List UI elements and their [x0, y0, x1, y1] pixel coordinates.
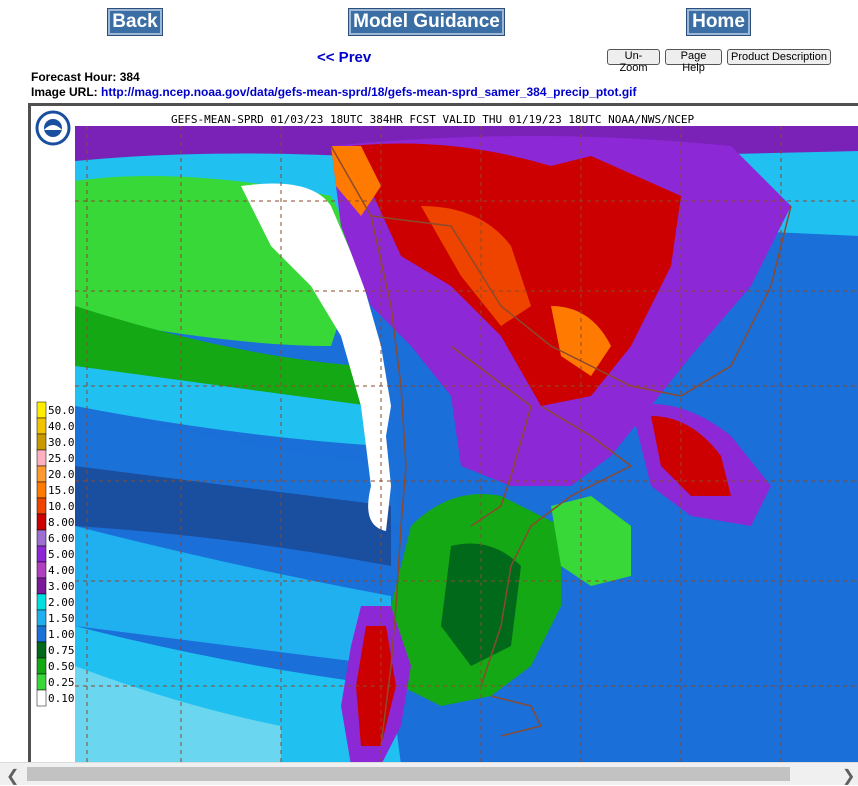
noaa-logo-icon: [35, 110, 71, 146]
precip-legend: 50.0 40.0 30.0 25.0 20.0 15.0 10.0 8.00 6.00 5.00…: [36, 401, 75, 707]
legend-swatch: [36, 433, 47, 451]
legend-label: 0.50: [48, 660, 75, 673]
precip-map-image: GEFS-MEAN-SPRD 01/03/23 18UTC 384HR FCST…: [31, 106, 858, 765]
legend-swatch: [36, 641, 47, 659]
unzoom-button[interactable]: Un-Zoom: [607, 49, 660, 74]
legend-label: 10.0: [48, 500, 75, 513]
legend-swatch: [36, 561, 47, 579]
forecast-map[interactable]: GEFS-MEAN-SPRD 01/03/23 18UTC 384HR FCST…: [28, 103, 858, 765]
legend-swatch: [36, 625, 47, 643]
legend-label: 0.10: [48, 692, 75, 705]
legend-swatch: [36, 609, 47, 627]
image-url: Image URL: http://mag.ncep.noaa.gov/data…: [31, 85, 637, 99]
legend-swatch: [36, 497, 47, 515]
legend-label: 1.50: [48, 612, 75, 625]
image-url-label: Image URL:: [31, 85, 98, 99]
legend-label: 0.25: [48, 676, 75, 689]
legend-label: 20.0: [48, 468, 75, 481]
prev-link[interactable]: << Prev: [317, 49, 371, 66]
home-button[interactable]: Home: [687, 9, 750, 35]
legend-label: 3.00: [48, 580, 75, 593]
legend-swatch: [36, 465, 47, 483]
legend-label: 15.0: [48, 484, 75, 497]
legend-swatch: [36, 577, 47, 595]
legend-swatch: [36, 673, 47, 691]
legend-swatch: [36, 689, 47, 707]
forecast-hour-value: 384: [119, 70, 140, 84]
legend-swatch: [36, 401, 47, 419]
legend-label: 1.00: [48, 628, 75, 641]
scroll-left-icon[interactable]: ❮: [6, 766, 19, 786]
legend-swatch: [36, 417, 47, 435]
model-guidance-button[interactable]: Model Guidance: [349, 9, 504, 35]
legend-label: 4.00: [48, 564, 75, 577]
legend-label: 30.0: [48, 436, 75, 449]
forecast-hour: Forecast Hour: 384: [31, 70, 140, 84]
legend-label: 6.00: [48, 532, 75, 545]
page-help-button[interactable]: Page Help: [665, 49, 722, 74]
legend-swatch: [36, 593, 47, 611]
image-url-link[interactable]: http://mag.ncep.noaa.gov/data/gefs-mean-…: [101, 85, 636, 99]
back-button[interactable]: Back: [108, 9, 162, 35]
legend-label: 8.00: [48, 516, 75, 529]
product-description-button[interactable]: Product Description: [727, 49, 831, 65]
map-header: GEFS-MEAN-SPRD 01/03/23 18UTC 384HR FCST…: [171, 113, 695, 126]
legend-label: 0.75: [48, 644, 75, 657]
legend-swatch: [36, 449, 47, 467]
horizontal-scrollbar[interactable]: ❮ ❯: [0, 762, 858, 785]
legend-swatch: [36, 481, 47, 499]
legend-label: 5.00: [48, 548, 75, 561]
legend-label: 50.0: [48, 404, 75, 417]
legend-swatch: [36, 657, 47, 675]
legend-swatch: [36, 513, 47, 531]
forecast-hour-label: Forecast Hour:: [31, 70, 117, 84]
legend-label: 40.0: [48, 420, 75, 433]
legend-label: 2.00: [48, 596, 75, 609]
legend-swatch: [36, 529, 47, 547]
scrollbar-thumb[interactable]: [27, 767, 790, 781]
legend-label: 25.0: [48, 452, 75, 465]
scroll-right-icon[interactable]: ❯: [842, 766, 855, 786]
legend-swatch: [36, 545, 47, 563]
